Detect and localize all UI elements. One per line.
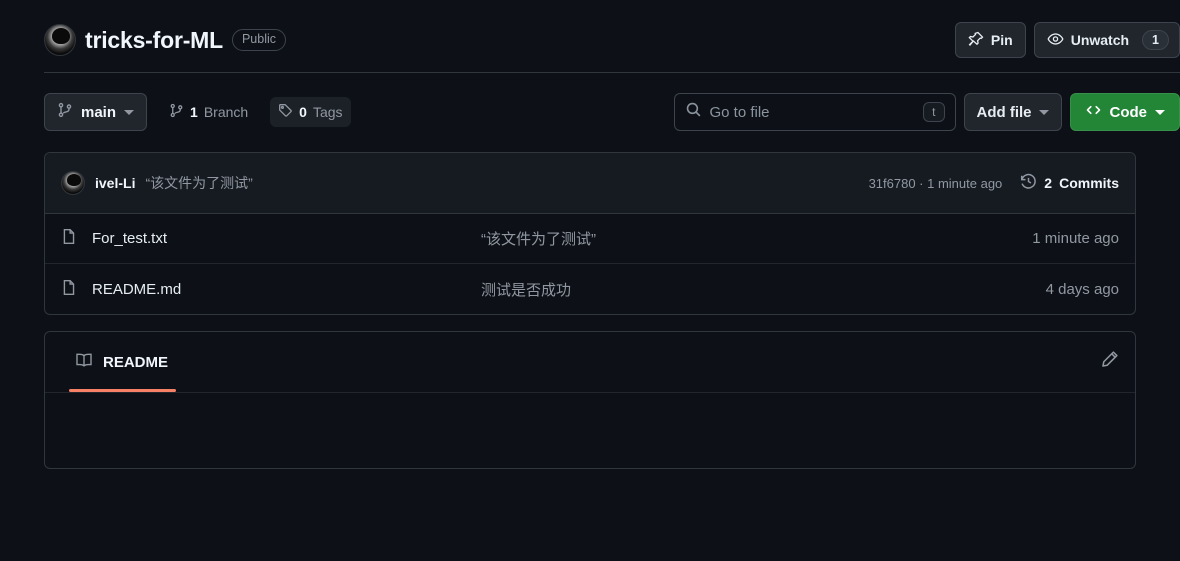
author-name[interactable]: ivel-Li bbox=[95, 175, 135, 191]
add-file-label: Add file bbox=[976, 103, 1032, 121]
branch-count-label: Branch bbox=[203, 104, 249, 120]
commit-hash-time[interactable]: 31f6780 · 1 minute ago bbox=[869, 176, 1003, 191]
tab-bar-divider bbox=[45, 392, 1135, 393]
git-branch-icon bbox=[57, 102, 73, 122]
repo-title-group: tricks-for-ML Public bbox=[44, 24, 287, 56]
file-name[interactable]: README.md bbox=[92, 281, 181, 298]
tag-count-label: Tags bbox=[312, 104, 343, 120]
file-commit-message[interactable]: “该文件为了测试” bbox=[481, 228, 1032, 249]
file-timestamp: 1 minute ago bbox=[1032, 230, 1119, 247]
owner-avatar[interactable] bbox=[44, 24, 76, 56]
branch-count: 1 bbox=[190, 104, 198, 120]
eye-icon bbox=[1047, 31, 1064, 50]
table-row[interactable]: README.md 测试是否成功 4 days ago bbox=[45, 264, 1135, 314]
toolbar-right: t Add file Code bbox=[673, 93, 1180, 131]
code-brackets-icon bbox=[1085, 102, 1102, 122]
file-name[interactable]: For_test.txt bbox=[92, 230, 167, 247]
search-shortcut-badge: t bbox=[923, 102, 945, 122]
git-branch-icon bbox=[169, 103, 184, 121]
file-timestamp: 4 days ago bbox=[1045, 280, 1119, 298]
search-icon bbox=[685, 101, 702, 123]
table-row[interactable]: For_test.txt “该文件为了测试” 1 minute ago bbox=[45, 214, 1135, 264]
commits-count-link[interactable]: 2 Commits bbox=[1020, 173, 1119, 193]
chevron-down-icon bbox=[1155, 109, 1165, 115]
search-box[interactable]: t bbox=[673, 93, 956, 131]
header-actions: Pin Unwatch 1 bbox=[954, 22, 1180, 58]
file-icon bbox=[61, 228, 78, 249]
tab-readme[interactable]: README bbox=[61, 332, 184, 392]
watch-button[interactable]: Unwatch 1 bbox=[1033, 22, 1180, 58]
visibility-badge: Public bbox=[231, 29, 287, 51]
add-file-button[interactable]: Add file bbox=[963, 93, 1062, 131]
file-commit-message[interactable]: 测试是否成功 bbox=[481, 279, 1046, 300]
readme-panel: README bbox=[44, 331, 1136, 469]
code-label: Code bbox=[1109, 103, 1148, 121]
page-title[interactable]: tricks-for-ML bbox=[85, 27, 223, 54]
commit-message[interactable]: “该文件为了测试” bbox=[145, 173, 252, 193]
watch-count: 1 bbox=[1142, 30, 1169, 50]
file-name-cell[interactable]: README.md bbox=[61, 279, 481, 300]
branch-count-link[interactable]: 1 Branch bbox=[161, 97, 256, 127]
chevron-down-icon bbox=[124, 109, 135, 115]
author-avatar[interactable] bbox=[61, 171, 85, 195]
pin-icon bbox=[968, 31, 984, 50]
commit-meta: 31f6780 · 1 minute ago 2 Commits bbox=[869, 173, 1119, 193]
latest-commit-bar: ivel-Li “该文件为了测试” 31f6780 · 1 minute ago… bbox=[45, 153, 1135, 214]
tag-icon bbox=[278, 103, 293, 121]
repo-header: tricks-for-ML Public Pin Unwatch 1 bbox=[0, 0, 1180, 80]
branch-selector[interactable]: main bbox=[44, 93, 148, 131]
header-divider bbox=[44, 72, 1180, 73]
tag-count-link[interactable]: 0 Tags bbox=[270, 97, 351, 127]
history-clock-icon bbox=[1020, 173, 1037, 193]
tag-count: 0 bbox=[299, 104, 307, 120]
code-button[interactable]: Code bbox=[1069, 93, 1180, 131]
file-name-cell[interactable]: For_test.txt bbox=[61, 228, 481, 249]
tab-label: README bbox=[103, 353, 169, 371]
search-input[interactable] bbox=[709, 103, 916, 121]
edit-readme-button[interactable] bbox=[1100, 350, 1119, 374]
pencil-icon bbox=[1100, 350, 1119, 374]
repo-toolbar: main 1 Branch 0 Tags Go to file t Add fi… bbox=[0, 80, 1180, 144]
commits-count: 2 bbox=[1044, 175, 1053, 191]
file-list-panel: ivel-Li “该文件为了测试” 31f6780 · 1 minute ago… bbox=[44, 152, 1136, 315]
file-icon bbox=[61, 279, 78, 300]
book-icon bbox=[75, 352, 93, 373]
commit-author: ivel-Li bbox=[61, 171, 135, 195]
pin-label: Pin bbox=[990, 32, 1013, 48]
readme-tab-bar: README bbox=[45, 332, 1135, 393]
branch-name: main bbox=[81, 103, 117, 121]
watch-label: Unwatch bbox=[1070, 32, 1130, 48]
repository-page: tricks-for-ML Public Pin Unwatch 1 main … bbox=[0, 0, 1180, 561]
chevron-down-icon bbox=[1038, 109, 1049, 115]
pin-button[interactable]: Pin bbox=[954, 22, 1026, 58]
commits-label: Commits bbox=[1059, 175, 1119, 191]
